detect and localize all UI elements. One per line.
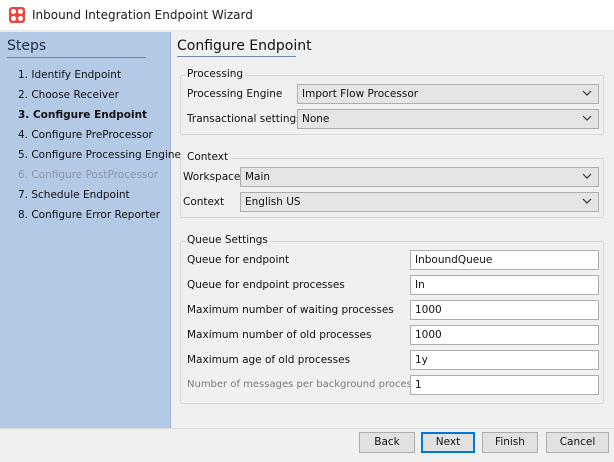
queue-for-endpoint-processes-field[interactable]: In — [410, 275, 599, 295]
max-old-processes-field[interactable]: 1000 — [410, 325, 599, 345]
chevron-down-icon — [582, 173, 592, 179]
context-value: English US — [245, 196, 301, 208]
cancel-button[interactable]: Cancel — [546, 432, 609, 453]
button-bar-divider — [0, 428, 614, 429]
workspace-label: Workspace — [183, 171, 241, 183]
app-logo-icon — [9, 7, 25, 23]
finish-button[interactable]: Finish — [482, 432, 538, 453]
step-item-configure-processing-engine: 5. Configure Processing Engine — [18, 149, 181, 161]
transactional-settings-value: None — [302, 113, 330, 125]
steps-heading-divider — [7, 57, 146, 58]
step-item-choose-receiver: 2. Choose Receiver — [18, 89, 119, 101]
max-waiting-processes-label: Maximum number of waiting processes — [187, 304, 394, 316]
title-bar[interactable]: Inbound Integration Endpoint Wizard — [0, 0, 614, 31]
processing-engine-value: Import Flow Processor — [302, 88, 419, 100]
queue-for-endpoint-processes-value: In — [415, 279, 425, 291]
step-item-configure-endpoint: 3. Configure Endpoint — [18, 109, 148, 121]
page-title-divider — [177, 56, 296, 57]
processing-engine-select[interactable]: Import Flow Processor — [297, 84, 599, 104]
context-legend: Context — [185, 151, 231, 163]
transactional-settings-label: Transactional settings — [187, 113, 302, 125]
max-age-old-processes-value: 1y — [415, 354, 428, 366]
back-button[interactable]: Back — [359, 432, 415, 453]
queue-for-endpoint-field[interactable]: InboundQueue — [410, 250, 599, 270]
chevron-down-icon — [582, 115, 592, 121]
workspace-select[interactable]: Main — [240, 167, 599, 187]
max-old-processes-label: Maximum number of old processes — [187, 329, 372, 341]
step-item-configure-error-reporter: 8. Configure Error Reporter — [18, 209, 161, 221]
messages-per-background-process-value: 1 — [415, 379, 422, 391]
step-item-identify-endpoint: 1. Identify Endpoint — [18, 69, 122, 81]
messages-per-background-process-field[interactable]: 1 — [410, 375, 599, 395]
max-age-old-processes-label: Maximum age of old processes — [187, 354, 351, 366]
queue-for-endpoint-label: Queue for endpoint — [187, 254, 290, 266]
workspace-value: Main — [245, 171, 271, 183]
window-title: Inbound Integration Endpoint Wizard — [32, 8, 253, 22]
chevron-down-icon — [582, 198, 592, 204]
context-select[interactable]: English US — [240, 192, 599, 212]
transactional-settings-select[interactable]: None — [297, 109, 599, 129]
messages-per-background-process-label: Number of messages per background proces… — [187, 379, 418, 390]
next-button[interactable]: Next — [421, 432, 475, 453]
max-old-processes-value: 1000 — [415, 329, 442, 341]
context-label: Context — [183, 196, 225, 208]
max-waiting-processes-value: 1000 — [415, 304, 442, 316]
max-age-old-processes-field[interactable]: 1y — [410, 350, 599, 370]
page-title: Configure Endpoint — [177, 38, 312, 54]
step-item-configure-postprocessor: 6. Configure PostProcessor — [18, 169, 159, 181]
steps-list: 1. Identify Endpoint 2. Choose Receiver … — [18, 69, 181, 229]
queue-settings-legend: Queue Settings — [185, 234, 270, 246]
processing-engine-label: Processing Engine — [187, 88, 283, 100]
chevron-down-icon — [582, 90, 592, 96]
step-item-configure-preprocessor: 4. Configure PreProcessor — [18, 129, 153, 141]
queue-for-endpoint-processes-label: Queue for endpoint processes — [187, 279, 345, 291]
queue-for-endpoint-value: InboundQueue — [415, 254, 493, 266]
processing-legend: Processing — [185, 68, 246, 80]
max-waiting-processes-field[interactable]: 1000 — [410, 300, 599, 320]
steps-panel: Steps 1. Identify Endpoint 2. Choose Rec… — [0, 32, 181, 429]
steps-heading: Steps — [7, 38, 47, 54]
step-item-schedule-endpoint: 7. Schedule Endpoint — [18, 189, 130, 201]
wizard-window: Inbound Integration Endpoint Wizard Step… — [0, 0, 614, 462]
